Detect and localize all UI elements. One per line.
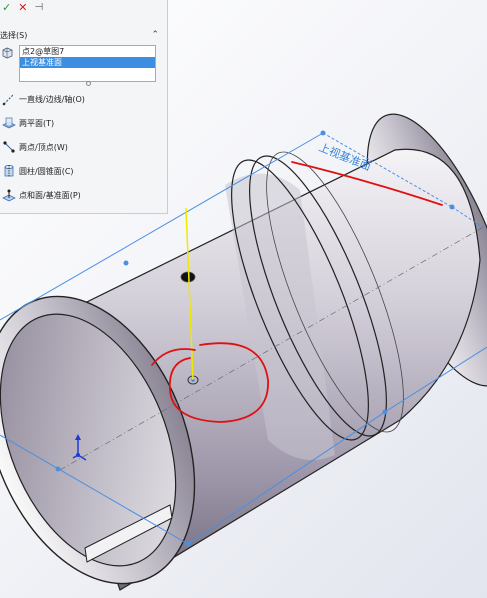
two-points-icon xyxy=(1,140,16,155)
option-point-plane[interactable]: 点和面/基准面(P) xyxy=(0,186,165,204)
point-plane-icon xyxy=(1,188,16,203)
selection-title: 选择(S) xyxy=(0,30,28,40)
selection-section-header[interactable]: 选择(S) ⌃ xyxy=(0,29,165,41)
list-resize-handle[interactable] xyxy=(86,81,91,86)
selection-item-selected[interactable]: 上视基准面 xyxy=(20,57,155,68)
action-row: ✓ ✕ ⊣ xyxy=(0,0,169,15)
x-icon[interactable]: ✕ xyxy=(18,0,27,15)
two-planes-icon xyxy=(1,116,16,131)
selection-box-icon xyxy=(2,47,13,59)
selection-list[interactable]: 点2@草图7 上视基准面 xyxy=(19,45,156,82)
option-label: 两点/顶点(W) xyxy=(19,142,68,152)
option-label: 点和面/基准面(P) xyxy=(19,190,81,200)
option-two-planes[interactable]: 两平面(T) xyxy=(0,114,165,132)
cylinder-cone-icon xyxy=(1,164,16,179)
option-label: 一直线/边线/轴(O) xyxy=(19,94,85,104)
pushpin-icon[interactable]: ⊣ xyxy=(34,0,43,15)
line-edge-axis-icon xyxy=(1,92,16,107)
option-line-edge-axis[interactable]: 一直线/边线/轴(O) xyxy=(0,90,165,108)
selection-item[interactable] xyxy=(20,68,155,79)
selection-item[interactable]: 点2@草图7 xyxy=(20,46,155,57)
option-label: 圆柱/圆锥面(C) xyxy=(19,166,74,176)
chevron-up-icon[interactable]: ⌃ xyxy=(151,30,159,40)
check-icon[interactable]: ✓ xyxy=(2,0,11,15)
property-manager-panel: ✓ ✕ ⊣ 选择(S) ⌃ 点2@草图7 上视基准面 一直线/边线/轴(O) 两… xyxy=(0,0,168,214)
option-two-points[interactable]: 两点/顶点(W) xyxy=(0,138,165,156)
option-label: 两平面(T) xyxy=(19,118,55,128)
option-cylinder-cone[interactable]: 圆柱/圆锥面(C) xyxy=(0,162,165,180)
